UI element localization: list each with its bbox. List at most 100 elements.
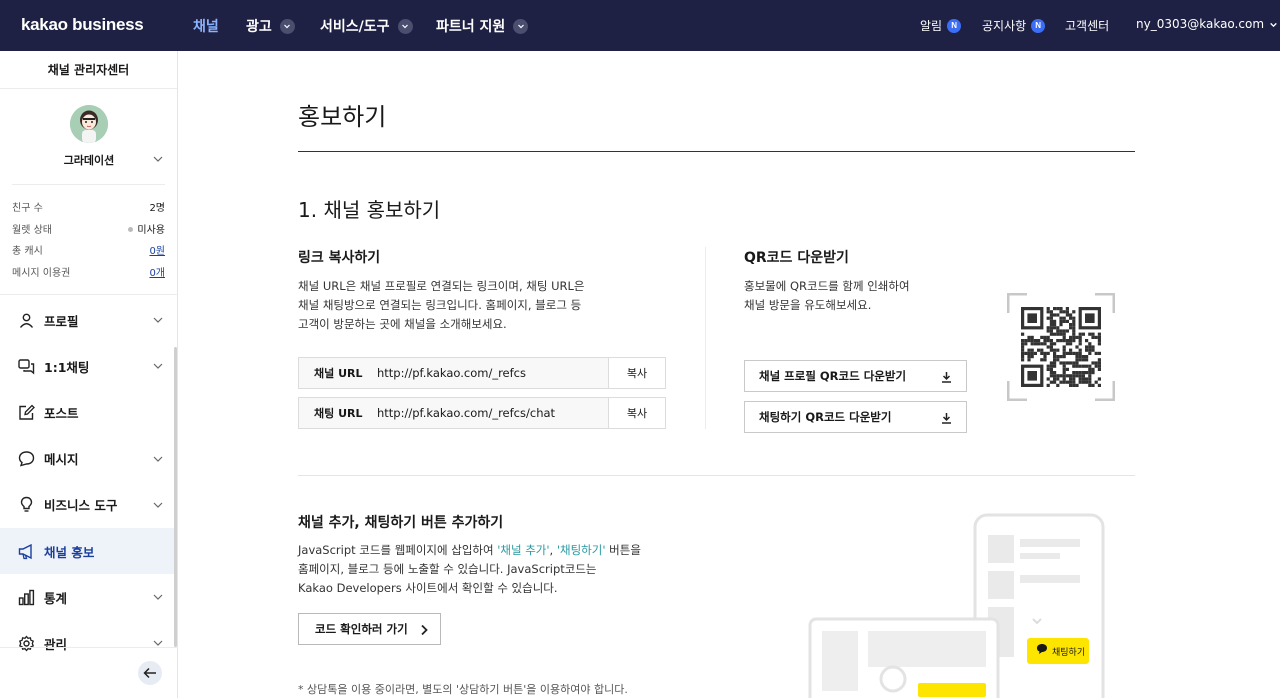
stat-value: 2명 bbox=[149, 203, 165, 214]
chevron-right-icon bbox=[421, 624, 428, 636]
account-menu[interactable]: ny_0303@kakao.com bbox=[1136, 17, 1278, 31]
chat-url-field[interactable]: 채팅 URL http://pf.kakao.com/_refcs/chat bbox=[299, 398, 609, 428]
sidebar-item-business-tools[interactable]: 비즈니스 도구 bbox=[0, 482, 175, 528]
support-label: 고객센터 bbox=[1065, 19, 1110, 33]
add-button-description: JavaScript 코드를 웹페이지에 삽입하여 '채널 추가', '채팅하기… bbox=[298, 541, 641, 598]
sidebar-item-label: 1:1채팅 bbox=[44, 359, 90, 375]
channel-url-field[interactable]: 채널 URL http://pf.kakao.com/_refcs bbox=[299, 358, 609, 388]
highlight-chat: '채팅하기' bbox=[556, 543, 606, 557]
desc-line: 고객이 방문하는 곳에 채널을 소개해보세요. bbox=[298, 317, 507, 331]
profile-character-image bbox=[70, 105, 108, 143]
desc-line: JavaScript 코드를 웹페이지에 삽입하여 '채널 추가', '채팅하기… bbox=[298, 541, 641, 560]
desc-line: 홈페이지, 블로그 등에 노출할 수 있습니다. JavaScript코드는 bbox=[298, 562, 597, 576]
chevron-down-icon bbox=[153, 594, 163, 600]
kakao-business-logo[interactable]: kakao business bbox=[21, 15, 144, 35]
sidebar-item-label: 통계 bbox=[44, 590, 68, 606]
qr-heading: QR코드 다운받기 bbox=[744, 250, 849, 266]
nav-channel-label: 채널 bbox=[193, 19, 219, 35]
page-title: 홍보하기 bbox=[298, 103, 387, 131]
url-label: 채팅 URL bbox=[314, 407, 363, 420]
sidebar-item-chat[interactable]: 1:1채팅 bbox=[0, 343, 175, 389]
download-chat-qr-button[interactable]: 채팅하기 QR코드 다운받기 bbox=[744, 401, 967, 433]
device-illustration: 채팅하기 bbox=[808, 513, 1105, 698]
stat-label: 친구 수 bbox=[12, 203, 43, 214]
account-email: ny_0303@kakao.com bbox=[1136, 17, 1265, 31]
url-value: http://pf.kakao.com/_refcs/chat bbox=[377, 406, 556, 420]
sidebar-item-profile[interactable]: 프로필 bbox=[0, 297, 175, 343]
collapse-sidebar-button[interactable] bbox=[138, 661, 162, 685]
nav-partner-support[interactable]: 파트너 지원 bbox=[436, 16, 529, 36]
nav-channel[interactable]: 채널 bbox=[193, 16, 219, 36]
stat-friends: 친구 수 2명 bbox=[12, 199, 165, 221]
sidebar-item-message[interactable]: 메시지 bbox=[0, 436, 175, 482]
chevron-down-icon bbox=[153, 363, 163, 370]
sidebar-item-statistics[interactable]: 통계 bbox=[0, 574, 175, 620]
stat-label: 총 캐시 bbox=[12, 246, 43, 257]
person-icon bbox=[18, 312, 35, 329]
download-icon bbox=[942, 413, 951, 424]
sidebar-item-label: 채널 홍보 bbox=[44, 544, 95, 560]
stat-value-link[interactable]: 0개 bbox=[149, 264, 165, 286]
gear-icon bbox=[18, 635, 35, 652]
url-value: http://pf.kakao.com/_refcs bbox=[377, 366, 526, 380]
sidebar-item-label: 메시지 bbox=[44, 452, 79, 468]
chat-bubbles-icon bbox=[18, 358, 35, 375]
sidebar-title: 채널 관리자센터 bbox=[0, 51, 177, 89]
sidebar-item-channel-promotion[interactable]: 채널 홍보 bbox=[0, 527, 175, 575]
channel-stats: 친구 수 2명 월렛 상태 미사용 총 캐시 0원 메시지 이용권 0개 bbox=[12, 184, 165, 285]
stat-cash: 총 캐시 0원 bbox=[12, 242, 165, 264]
alarm-link[interactable]: 알림 N bbox=[920, 17, 962, 34]
divider bbox=[0, 647, 178, 648]
notice-label: 공지사항 bbox=[982, 19, 1027, 33]
download-icon bbox=[942, 372, 951, 383]
sidebar-scrollbar[interactable] bbox=[174, 347, 177, 647]
chevron-down-icon bbox=[1270, 22, 1277, 27]
bar-chart-icon bbox=[18, 589, 35, 606]
sidebar-item-manage[interactable]: 관리 bbox=[0, 620, 175, 666]
stat-label: 메시지 이용권 bbox=[12, 267, 71, 279]
nav-services-tools[interactable]: 서비스/도구 bbox=[320, 16, 413, 36]
edit-icon bbox=[18, 404, 35, 421]
main-content: 홍보하기 1. 채널 홍보하기 링크 복사하기 채널 URL은 채널 프로필로 … bbox=[178, 51, 1280, 698]
desc-text: 버튼을 bbox=[605, 543, 641, 557]
chat-url-row: 채팅 URL http://pf.kakao.com/_refcs/chat 복… bbox=[298, 397, 666, 429]
speech-bubble-icon bbox=[18, 450, 35, 467]
stat-wallet: 월렛 상태 미사용 bbox=[12, 221, 165, 243]
desc-text: JavaScript 코드를 웹페이지에 삽입하여 bbox=[298, 543, 498, 557]
copy-channel-url-button[interactable]: 복사 bbox=[609, 358, 665, 388]
check-code-button[interactable]: 코드 확인하러 가기 bbox=[298, 613, 441, 645]
megaphone-icon bbox=[18, 543, 35, 560]
sidebar-item-label: 포스트 bbox=[44, 405, 79, 421]
divider bbox=[0, 294, 178, 295]
desc-line: 채널 URL은 채널 프로필로 연결되는 링크이며, 채팅 URL은 bbox=[298, 279, 585, 293]
download-profile-qr-button[interactable]: 채널 프로필 QR코드 다운받기 bbox=[744, 360, 967, 392]
link-copy-heading: 링크 복사하기 bbox=[298, 250, 381, 266]
nav-ads[interactable]: 광고 bbox=[246, 16, 295, 36]
support-link[interactable]: 고객센터 bbox=[1065, 17, 1109, 34]
chevron-down-icon[interactable] bbox=[152, 153, 164, 165]
notice-link[interactable]: 공지사항 N bbox=[982, 17, 1046, 34]
chevron-down-icon bbox=[279, 18, 295, 34]
sidebar-item-label: 비즈니스 도구 bbox=[44, 498, 118, 514]
avatar[interactable] bbox=[70, 105, 108, 143]
desc-line: 채널 채팅방으로 연결되는 링크입니다. 홈페이지, 블로그 등 bbox=[298, 298, 582, 312]
sidebar-item-label: 관리 bbox=[44, 636, 68, 652]
stat-value-link[interactable]: 0원 bbox=[149, 242, 165, 264]
desc-line: 채널 방문을 유도해보세요. bbox=[744, 298, 872, 312]
new-badge: N bbox=[947, 18, 962, 33]
sidebar-item-post[interactable]: 포스트 bbox=[0, 389, 175, 435]
chevron-down-icon bbox=[153, 456, 163, 462]
arrow-left-icon bbox=[143, 667, 156, 679]
chevron-down-icon bbox=[513, 18, 529, 34]
copy-chat-url-button[interactable]: 복사 bbox=[609, 398, 665, 428]
divider bbox=[705, 247, 706, 429]
chat-button-label: 채팅하기 bbox=[1052, 647, 1085, 658]
add-button-heading: 채널 추가, 채팅하기 버튼 추가하기 bbox=[298, 515, 504, 531]
stat-message-voucher: 메시지 이용권 0개 bbox=[12, 264, 165, 286]
highlight-channel-add: '채널 추가' bbox=[497, 543, 550, 557]
stat-value: 미사용 bbox=[137, 224, 165, 236]
qr-description: 홍보물에 QR코드를 함께 인쇄하여 채널 방문을 유도해보세요. bbox=[744, 277, 910, 315]
channel-url-row: 채널 URL http://pf.kakao.com/_refcs 복사 bbox=[298, 357, 666, 389]
desc-line: Kakao Developers 사이트에서 확인할 수 있습니다. bbox=[298, 581, 558, 595]
nav-ads-label: 광고 bbox=[246, 19, 272, 35]
